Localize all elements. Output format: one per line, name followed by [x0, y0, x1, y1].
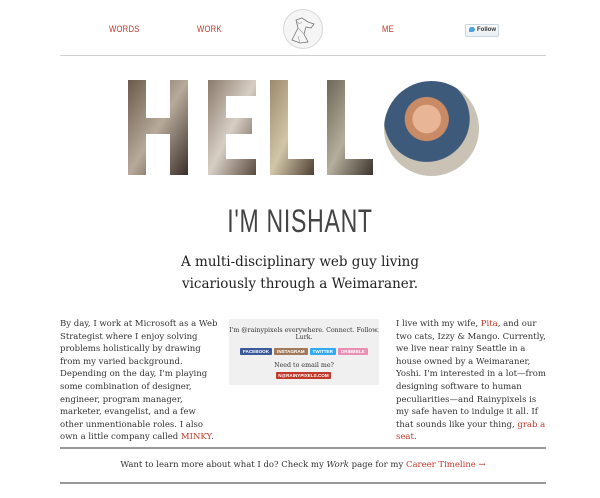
about-work-text: By day, I work at Microsoft as a Web Str… [60, 318, 220, 444]
social-box: I'm @rainypixels everywhere. Connect. Fo… [229, 319, 379, 385]
email-button[interactable]: N@RAINYPIXELS.COM [276, 372, 331, 379]
follow-label: Follow [477, 27, 496, 33]
hello-letter-e [208, 80, 256, 175]
footer-text-2: page for my [348, 460, 406, 470]
career-timeline-link[interactable]: Career Timeline → [406, 460, 486, 470]
nav-words-link[interactable]: WORDS [109, 24, 140, 34]
about-life-part1: I live with my wife, [396, 319, 481, 329]
footer-work-emphasis: Work [326, 460, 349, 470]
footer-callout: Want to learn more about what I do? Chec… [60, 460, 546, 470]
nav-me-link[interactable]: ME [382, 24, 394, 34]
career-timeline-label: Career Timeline [405, 460, 476, 470]
nav-work-link[interactable]: WORK [197, 24, 222, 34]
pita-link[interactable]: Pita [481, 319, 498, 329]
about-life-period: . [413, 432, 417, 443]
arrow-right-icon: → [478, 460, 486, 470]
instagram-badge[interactable]: INSTAGRAM [274, 348, 308, 355]
hero-tagline: A multi-disciplinary web guy living vica… [181, 254, 419, 292]
profile-photo [384, 81, 479, 176]
about-work-paragraph: By day, I work at Microsoft as a Web Str… [60, 319, 218, 443]
dog-logo-icon[interactable] [283, 9, 323, 49]
hero-name: I'M NISHANT [227, 203, 373, 239]
minky-link[interactable]: MINKY [181, 432, 211, 442]
twitter-bird-icon [469, 26, 475, 32]
about-life-text: I live with my wife, Pita, and our two c… [396, 318, 546, 444]
dribbble-badge[interactable]: DRIBBBLE [337, 348, 368, 355]
hello-letter-l2 [327, 80, 373, 175]
footer-top-divider [60, 447, 546, 449]
about-life-part2: , and our two cats, Izzy & Mango. Curren… [396, 319, 546, 430]
social-badges: FACEBOOK INSTAGRAM TWITTER DRIBBBLE [240, 338, 370, 357]
twitter-badge[interactable]: TWITTER [309, 348, 336, 355]
about-work-period: . [211, 432, 214, 443]
hello-letter-h [128, 80, 188, 175]
footer-bottom-divider [60, 482, 546, 484]
twitter-follow-button[interactable]: Follow [465, 24, 499, 37]
footer-text-1: Want to learn more about what I do? Chec… [120, 460, 327, 470]
header-divider [60, 55, 546, 56]
facebook-badge[interactable]: FACEBOOK [240, 348, 273, 355]
email-prompt: Need to email me? [274, 362, 334, 369]
hello-letter-l1 [270, 80, 314, 175]
